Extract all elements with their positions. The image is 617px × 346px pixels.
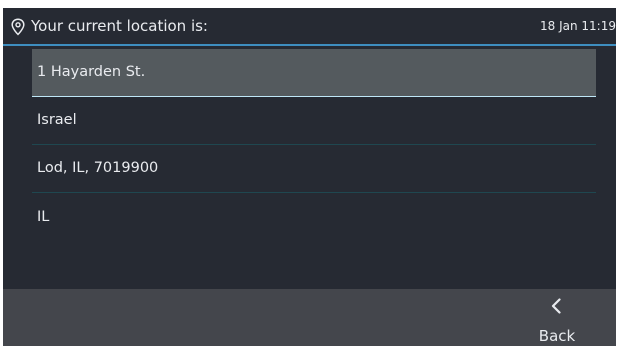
location-pin-icon <box>11 18 25 36</box>
list-item-street[interactable]: 1 Hayarden St. <box>32 49 596 97</box>
screen-title: Your current location is: <box>31 17 208 35</box>
back-label: Back <box>538 327 576 345</box>
location-screen: Your current location is: 18 Jan 11:19 1… <box>0 0 617 346</box>
chevron-left-icon <box>551 298 561 314</box>
softkey-bar: Back <box>3 289 616 346</box>
date-time: 18 Jan 11:19 <box>540 19 616 33</box>
header-bar: Your current location is: 18 Jan 11:19 <box>3 8 616 44</box>
list-item-country-code[interactable]: IL <box>32 193 596 241</box>
back-button[interactable]: Back <box>527 289 587 346</box>
location-list: 1 Hayarden St. Israel Lod, IL, 7019900 I… <box>3 46 616 289</box>
list-item-country[interactable]: Israel <box>32 97 596 145</box>
frame-top <box>0 0 617 8</box>
list-item-city[interactable]: Lod, IL, 7019900 <box>32 145 596 193</box>
